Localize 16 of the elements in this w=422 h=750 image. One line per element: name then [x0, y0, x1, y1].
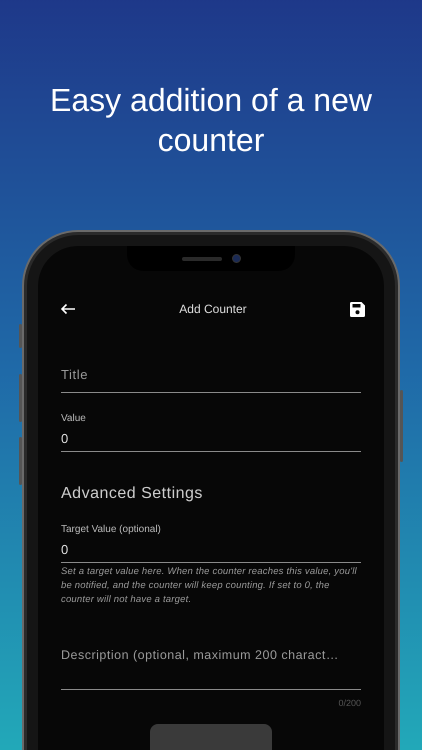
helper-text: Set a target value here. When the counter reaches this value, you'll be notified, and the counter will keep counting. If set to 0, the counter will not have a target.: [61, 565, 358, 607]
save-button[interactable]: [348, 300, 367, 318]
back-arrow-icon: [60, 303, 76, 315]
camera-icon: [232, 254, 240, 263]
input-field[interactable]: 0: [61, 537, 361, 563]
speaker-grille: [182, 256, 222, 260]
character-counter: 0/200: [338, 698, 361, 708]
input-field[interactable]: Description (optional, maximum 200 charact…: [61, 642, 361, 690]
input-field[interactable]: Title: [61, 356, 361, 393]
field-label: Value: [61, 413, 87, 424]
headline: Easy addition of a new counter: [49, 81, 373, 160]
section-heading: Advanced Settings: [61, 485, 204, 503]
input-field[interactable]: 0: [61, 426, 361, 452]
back-button[interactable]: [58, 301, 78, 317]
field-label: Target Value (optional): [61, 524, 162, 535]
screen-title: Add Counter: [179, 302, 247, 316]
